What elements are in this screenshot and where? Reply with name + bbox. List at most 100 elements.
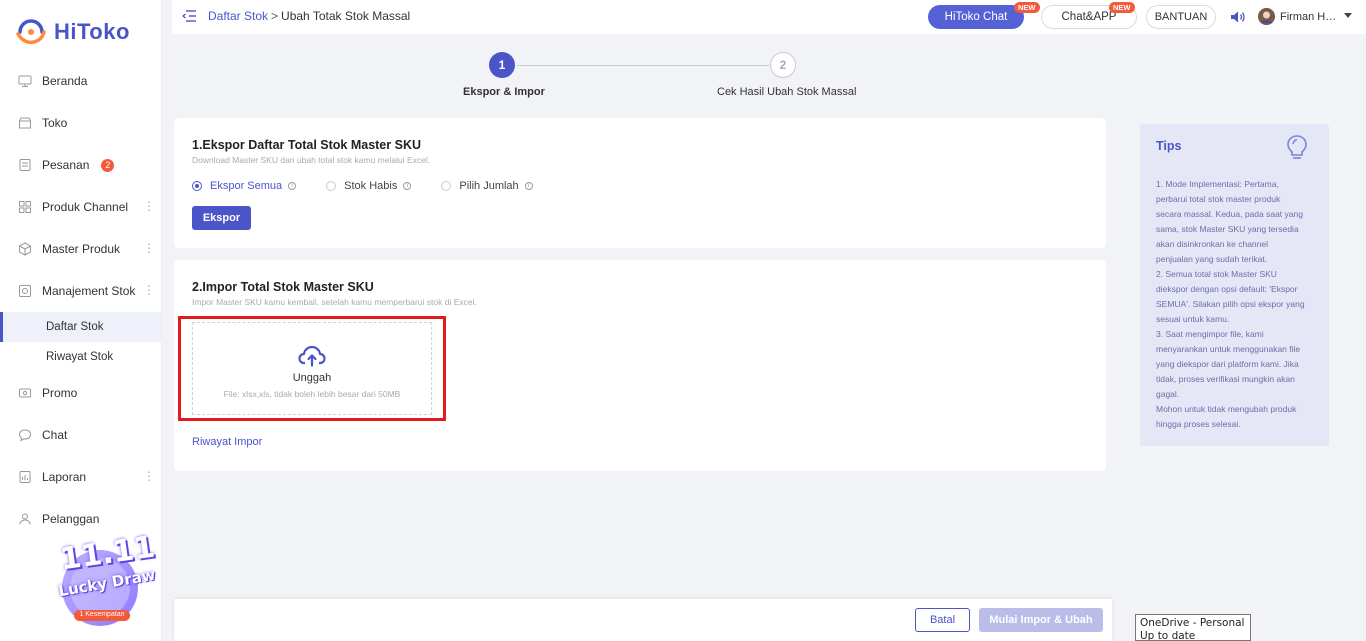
info-icon[interactable]: i — [524, 182, 533, 190]
monitor-icon — [18, 74, 32, 88]
riwayat-impor-link[interactable]: Riwayat Impor — [192, 436, 262, 448]
sidebar-item-beranda[interactable]: Beranda — [0, 60, 161, 102]
breadcrumb: Daftar Stok > Ubah Totak Stok Massal — [182, 9, 410, 23]
sidebar-subitem-label: Daftar Stok — [46, 321, 104, 333]
more-vertical-icon[interactable]: ⋮ — [143, 200, 155, 212]
tips-line: Mohon untuk tidak mengubah produk — [1156, 404, 1297, 414]
radio-indicator — [326, 181, 337, 191]
start-import-button[interactable]: Mulai Impor & Ubah — [979, 608, 1103, 632]
sidebar-item-produk-channel[interactable]: Produk Channel ⋮ — [0, 186, 161, 228]
sidebar-item-toko[interactable]: Toko — [0, 102, 161, 144]
export-card: 1.Ekspor Daftar Total Stok Master SKU Do… — [174, 118, 1106, 248]
upload-label: Unggah — [292, 372, 332, 384]
hitoko-logo-icon — [16, 19, 46, 45]
footer-action-bar: Batal Mulai Impor & Ubah — [174, 599, 1112, 641]
tips-title: Tips — [1156, 139, 1182, 153]
onedrive-tooltip: OneDrive - Personal Up to date — [1135, 614, 1251, 641]
radio-indicator — [441, 181, 452, 191]
import-card-subtitle: Impor Master SKU kamu kembali, setelah k… — [192, 297, 477, 307]
sidebar-item-label: Produk Channel — [42, 200, 129, 214]
tips-line: menyarankan untuk menggunakan file — [1156, 344, 1301, 354]
speaker-icon[interactable] — [1230, 10, 1246, 24]
radio-ekspor-semua[interactable]: Ekspor Semua i — [192, 180, 297, 192]
upload-dropzone[interactable]: Unggah File: xlsx,xls, tidak boleh lebih… — [192, 322, 432, 415]
top-bar: Daftar Stok > Ubah Totak Stok Massal HiT… — [172, 0, 1366, 34]
onedrive-status: Up to date — [1140, 630, 1196, 641]
sidebar-item-label: Chat — [42, 428, 68, 442]
menu-fold-icon[interactable] — [182, 10, 196, 22]
promo-icon — [18, 386, 32, 400]
tips-line: penjualan yang sudah terikat. — [1156, 254, 1268, 264]
step-2-label: Cek Hasil Ubah Stok Massal — [717, 86, 857, 98]
grid-icon — [18, 200, 32, 214]
store-icon — [18, 116, 32, 130]
sidebar-item-label: Beranda — [42, 74, 88, 88]
lightbulb-icon — [1287, 135, 1307, 159]
customer-icon — [18, 512, 32, 526]
tips-line: diekspor dengan opsi default: 'Ekspor — [1156, 284, 1298, 294]
notification-badge: 2 — [101, 158, 115, 172]
sidebar-subitem-daftar-stok[interactable]: Daftar Stok — [0, 312, 161, 342]
bantuan-button[interactable]: BANTUAN — [1146, 5, 1216, 29]
breadcrumb-link-daftar-stok[interactable]: Daftar Stok — [208, 9, 268, 23]
more-vertical-icon[interactable]: ⋮ — [143, 242, 155, 254]
sidebar-item-promo[interactable]: Promo — [0, 372, 161, 414]
sidebar-item-label: Laporan — [42, 470, 87, 484]
step-2-indicator: 2 — [770, 52, 796, 78]
chevron-down-icon[interactable] — [1344, 13, 1352, 18]
export-card-title: 1.Ekspor Daftar Total Stok Master SKU — [192, 138, 421, 152]
cube-icon — [18, 242, 32, 256]
breadcrumb-current: Ubah Totak Stok Massal — [281, 9, 411, 23]
logo[interactable]: HiToko — [14, 18, 130, 46]
sidebar-item-pesanan[interactable]: Pesanan 2 — [0, 144, 161, 186]
import-card-title: 2.Impor Total Stok Master SKU — [192, 280, 374, 294]
radio-pilih-jumlah[interactable]: Pilih Jumlah i — [441, 180, 533, 192]
tips-line: 1. Mode Implementasi: Pertama, — [1156, 179, 1279, 189]
sidebar-item-label: Toko — [42, 116, 68, 130]
tips-line: gagal. — [1156, 389, 1180, 399]
username[interactable]: Firman Hit... — [1280, 11, 1338, 23]
stock-icon — [18, 284, 32, 298]
new-tag: NEW — [1109, 2, 1135, 13]
sidebar-nav: Beranda Toko Pesanan 2 Produk Channel ⋮ … — [0, 60, 161, 540]
brand-name: HiToko — [54, 19, 130, 44]
sidebar-subitem-riwayat-stok[interactable]: Riwayat Stok — [0, 342, 161, 372]
more-vertical-icon[interactable]: ⋮ — [143, 470, 155, 482]
sidebar-item-label: Promo — [42, 386, 78, 400]
breadcrumb-separator: > — [271, 9, 279, 23]
step-connector — [517, 65, 769, 66]
sidebar-item-master-produk[interactable]: Master Produk ⋮ — [0, 228, 161, 270]
info-icon[interactable]: i — [288, 182, 297, 190]
sidebar: HiToko Beranda Toko Pesanan 2 Produk Cha… — [0, 0, 162, 641]
export-options: Ekspor Semua i Stok Habis i Pilih Jumlah… — [192, 180, 563, 192]
tips-panel: Tips 1. Mode Implementasi: Pertama, perb… — [1140, 124, 1329, 446]
radio-stok-habis[interactable]: Stok Habis i — [326, 180, 412, 192]
cancel-button[interactable]: Batal — [915, 608, 970, 632]
tips-line: akan disinkronkan ke channel — [1156, 239, 1268, 249]
tips-line: yang diekspor dari platform kami. Jika — [1156, 359, 1299, 369]
sidebar-item-label: Master Produk — [42, 242, 121, 256]
ekspor-button[interactable]: Ekspor — [192, 206, 251, 230]
hitoko-chat-button[interactable]: HiToko Chat — [928, 5, 1024, 29]
upload-hint: File: xlsx,xls, tidak boleh lebih besar … — [223, 389, 401, 399]
sidebar-item-label: Manajement Stok — [42, 284, 136, 298]
import-card: 2.Impor Total Stok Master SKU Impor Mast… — [174, 260, 1106, 471]
promo-tag: 1 Kesempatan — [79, 611, 125, 618]
avatar[interactable] — [1258, 8, 1275, 25]
info-icon[interactable]: i — [403, 182, 412, 190]
radio-label: Stok Habis — [344, 180, 398, 192]
tips-line: perbarui total stok master produk — [1156, 194, 1281, 204]
report-icon — [18, 470, 32, 484]
sidebar-item-chat[interactable]: Chat — [0, 414, 161, 456]
radio-label: Ekspor Semua — [210, 180, 283, 192]
user-avatar-icon — [1258, 8, 1275, 25]
sidebar-item-laporan[interactable]: Laporan ⋮ — [0, 456, 161, 498]
more-vertical-icon[interactable]: ⋮ — [143, 284, 155, 296]
lucky-draw-promo[interactable]: 11.11 Lucky Draw 1 Kesempatan — [54, 530, 157, 630]
tips-body: 1. Mode Implementasi: Pertama, perbarui … — [1156, 177, 1319, 432]
tips-line: secara massal. Kedua, pada saat yang — [1156, 209, 1303, 219]
sidebar-item-manajement-stok[interactable]: Manajement Stok ⋮ — [0, 270, 161, 312]
tips-line: sesuai untuk kamu. — [1156, 314, 1230, 324]
export-card-subtitle: Download Master SKU dan ubah total stok … — [192, 155, 431, 165]
sidebar-item-label: Pesanan — [42, 158, 90, 172]
